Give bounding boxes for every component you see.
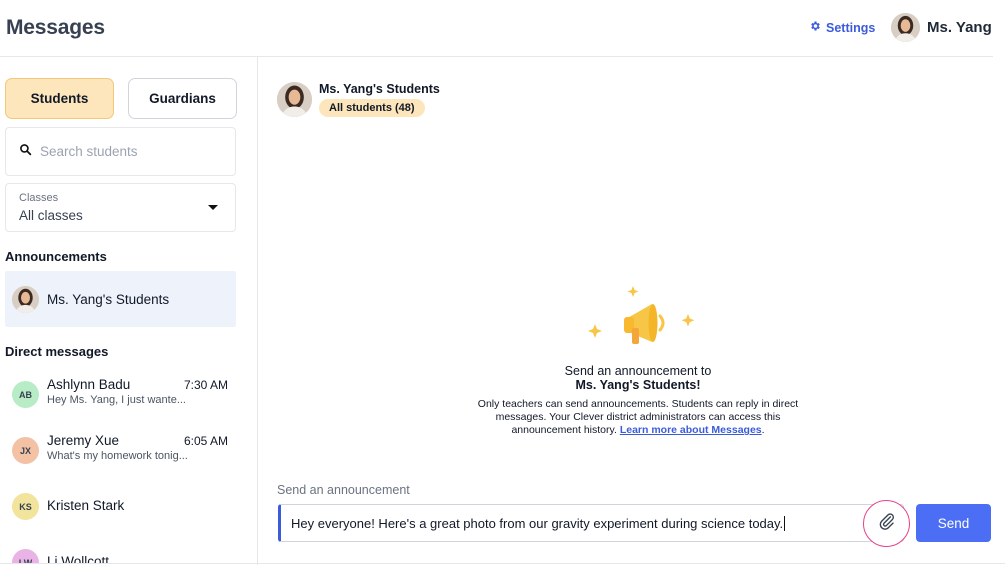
dm-preview: Hey Ms. Yang, I just wante... — [47, 394, 186, 406]
direct-messages-heading: Direct messages — [5, 344, 109, 359]
user-menu[interactable]: Ms. Yang — [891, 13, 992, 42]
settings-link[interactable]: Settings — [809, 20, 875, 35]
sidebar-divider — [257, 57, 258, 565]
dm-name: Li Wollcott — [47, 554, 110, 563]
search-input[interactable] — [40, 144, 220, 159]
bottom-divider — [0, 563, 1005, 564]
attach-button[interactable] — [863, 500, 910, 547]
search-box — [5, 127, 236, 176]
classes-dropdown[interactable]: Classes All classes — [5, 183, 236, 232]
empty-state-heading: Send an announcement to — [564, 364, 712, 378]
header-divider — [0, 56, 993, 57]
thread-header: Ms. Yang's Students All students (48) — [277, 80, 440, 117]
teacher-avatar — [12, 285, 39, 313]
empty-state-description: Only teachers can send announcements. St… — [465, 398, 811, 437]
recipient-count-badge: All students (48) — [319, 99, 425, 117]
dm-time: 6:05 AM — [183, 434, 228, 448]
page-title: Messages — [6, 16, 105, 39]
classes-value: All classes — [19, 208, 83, 223]
send-button[interactable]: Send — [916, 504, 991, 542]
gear-icon — [809, 20, 821, 35]
composer-text: Hey everyone! Here's a great photo from … — [291, 515, 784, 531]
user-avatar — [891, 13, 920, 42]
top-header: Messages Settings Ms. Yang — [0, 0, 1005, 57]
avatar: AB — [12, 381, 39, 408]
thread-avatar — [277, 82, 312, 117]
avatar: JX — [12, 437, 39, 464]
announcement-input[interactable]: Hey everyone! Here's a great photo from … — [278, 504, 904, 542]
announcement-item-label: Ms. Yang's Students — [47, 291, 170, 307]
search-icon — [19, 143, 32, 161]
announcements-heading: Announcements — [5, 249, 107, 264]
learn-more-link[interactable]: Learn more about Messages — [620, 424, 762, 436]
chevron-down-icon — [208, 205, 218, 210]
composer-label: Send an announcement — [277, 483, 410, 497]
empty-state-period: . — [761, 424, 765, 437]
dm-item[interactable]: JX Jeremy Xue 6:05 AM What's my homework… — [5, 429, 236, 473]
dm-name: Kristen Stark — [47, 498, 125, 513]
dm-time: 7:30 AM — [183, 378, 228, 392]
recipient-tabs: Students Guardians — [5, 78, 237, 119]
user-name: Ms. Yang — [927, 19, 992, 36]
dm-item[interactable]: AB Ashlynn Badu 7:30 AM Hey Ms. Yang, I … — [5, 373, 236, 417]
settings-label: Settings — [826, 20, 876, 35]
classes-label: Classes — [19, 192, 59, 204]
megaphone-icon — [580, 282, 700, 354]
tab-students[interactable]: Students — [5, 78, 114, 119]
dm-name: Jeremy Xue — [47, 433, 120, 448]
dm-item[interactable]: LW Li Wollcott — [5, 541, 236, 563]
announcement-item[interactable]: Ms. Yang's Students — [5, 271, 236, 327]
avatar: KS — [12, 493, 39, 520]
avatar: LW — [12, 549, 39, 563]
tab-guardians[interactable]: Guardians — [128, 78, 237, 119]
text-cursor — [784, 515, 786, 531]
empty-state-recipient: Ms. Yang's Students! — [575, 378, 701, 392]
dm-name: Ashlynn Badu — [47, 377, 131, 392]
dm-preview: What's my homework tonig... — [47, 450, 188, 462]
thread-title: Ms. Yang's Students — [319, 82, 440, 96]
paperclip-icon — [878, 512, 896, 535]
dm-item[interactable]: KS Kristen Stark — [5, 485, 236, 529]
